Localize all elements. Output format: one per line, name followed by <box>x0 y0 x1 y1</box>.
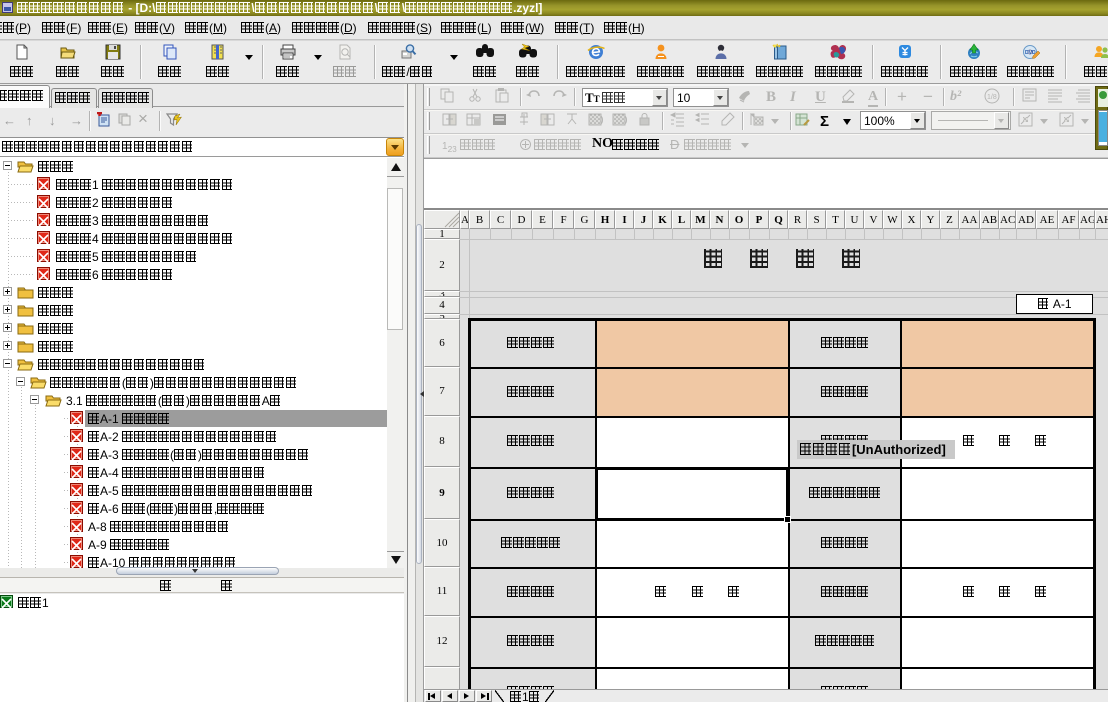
svg-text:1/8: 1/8 <box>987 94 997 101</box>
